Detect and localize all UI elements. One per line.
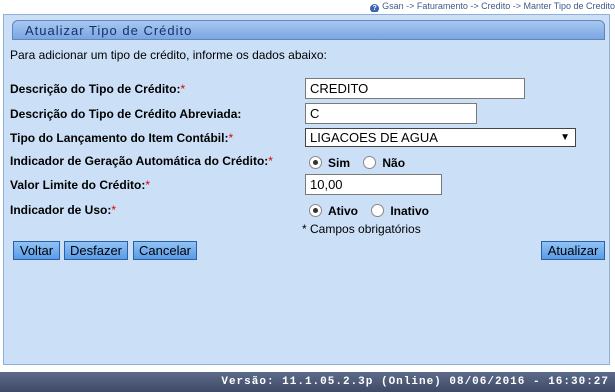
lancamento-label: Tipo do Lançamento do Item Contábil:* [10,131,234,145]
intro-text: Para adicionar um tipo de crédito, infor… [10,48,327,62]
cancelar-button[interactable]: Cancelar [133,241,197,260]
geracao-nao-radio[interactable] [363,156,377,169]
descricao-label: Descrição do Tipo de Crédito:* [10,82,186,96]
descricao-input[interactable]: CREDITO [305,78,525,99]
voltar-button[interactable]: Voltar [13,241,60,260]
breadcrumb: ? Gsan -> Faturamento -> Credito -> Mante… [0,0,615,12]
geracao-sim-label: Sim [328,156,351,170]
uso-inativo-radio[interactable] [371,204,385,217]
page-title: Atualizar Tipo de Crédito [12,20,605,40]
desfazer-button[interactable]: Desfazer [64,241,128,260]
version-footer: Versão: 11.1.05.2.3p (Online) 08/06/2016… [0,372,615,392]
atualizar-button[interactable]: Atualizar [541,241,605,260]
uso-inativo-label: Inativo [390,204,430,218]
geracao-radio-group: Sim Não [309,156,405,170]
lancamento-select[interactable]: LIGACOES DE AGUA ▼ [305,128,576,147]
uso-ativo-label: Ativo [328,204,358,218]
help-icon[interactable]: ? [370,4,380,12]
valor-limite-label: Valor Limite do Crédito:* [10,178,151,192]
required-fields-note: * Campos obrigatórios [302,222,421,236]
uso-label: Indicador de Uso:* [10,203,117,217]
uso-ativo-radio[interactable] [309,204,322,217]
uso-radio-group: Ativo Inativo [309,204,429,218]
lancamento-selected-value: LIGACOES DE AGUA [310,130,438,145]
abreviada-input[interactable]: C [305,103,477,124]
geracao-nao-label: Não [382,156,406,170]
breadcrumb-text: Gsan -> Faturamento -> Credito -> Manter… [382,1,615,11]
valor-limite-input[interactable]: 10,00 [305,174,442,195]
abreviada-label: Descrição do Tipo de Crédito Abreviada: [10,107,242,121]
geracao-sim-radio[interactable] [309,156,322,169]
geracao-label: Indicador de Geração Automática do Crédi… [10,154,273,168]
chevron-down-icon[interactable]: ▼ [560,129,570,146]
